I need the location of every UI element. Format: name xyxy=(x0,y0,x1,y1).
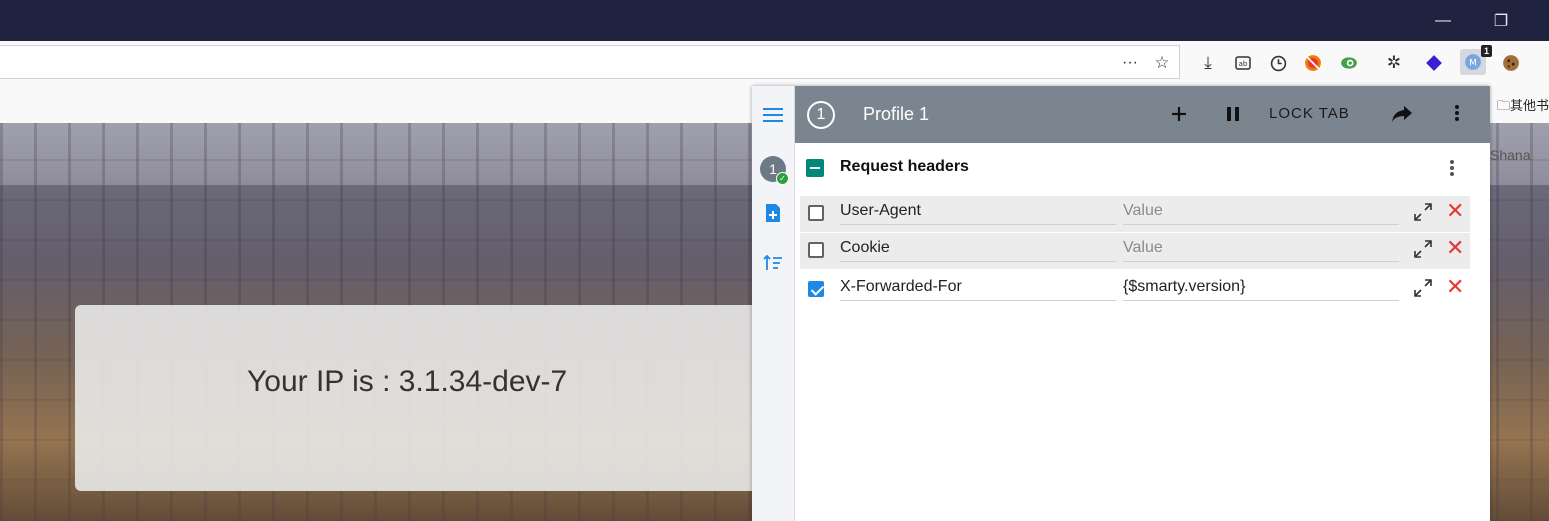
other-bookmarks-label: 其他书 xyxy=(1509,98,1549,113)
header-name-input[interactable]: User-Agent xyxy=(840,202,1116,225)
download-icon[interactable]: ⤓ xyxy=(1196,51,1220,75)
star-icon[interactable]: ☆ xyxy=(1150,51,1174,75)
lock-tab-button[interactable]: LOCK TAB xyxy=(1269,105,1350,122)
active-check-icon: ✓ xyxy=(776,172,789,185)
profile-header: 1 Profile 1 LOCK TAB xyxy=(795,86,1490,143)
header-value-input[interactable]: {$smarty.version} xyxy=(1123,278,1399,301)
minimize-button[interactable]: — xyxy=(1420,0,1466,41)
navigation-toolbar: ··· ☆ ⤓ ab ✲ M 1 xyxy=(0,41,1549,85)
header-row: X-Forwarded-For {$smarty.version} ✕ xyxy=(800,272,1470,308)
delete-icon[interactable]: ✕ xyxy=(1446,274,1464,300)
expand-icon[interactable] xyxy=(1412,277,1434,299)
collapse-section-icon[interactable] xyxy=(806,159,824,177)
extension-green-icon[interactable] xyxy=(1337,51,1361,75)
diamond-icon[interactable] xyxy=(1422,51,1446,75)
header-more-icon[interactable] xyxy=(1455,103,1459,123)
modheader-icon[interactable]: M 1 xyxy=(1460,45,1492,75)
profile-name[interactable]: Profile 1 xyxy=(863,104,929,125)
title-bar: — ❐ xyxy=(0,0,1549,41)
modheader-popup: 1 ✓ 1 Profile 1 LOCK TAB Request headers xyxy=(752,86,1490,521)
minimize-icon: — xyxy=(1435,11,1451,29)
delete-icon[interactable]: ✕ xyxy=(1446,235,1464,261)
header-row: Cookie Value ✕ xyxy=(800,233,1470,269)
restore-icon: ❐ xyxy=(1493,12,1509,30)
header-value-input[interactable]: Value xyxy=(1123,239,1399,262)
other-bookmarks[interactable]: 🗀其他书 xyxy=(1497,95,1549,119)
clock-icon[interactable] xyxy=(1266,51,1290,75)
expand-icon[interactable] xyxy=(1412,201,1434,223)
expand-icon[interactable] xyxy=(1412,238,1434,260)
delete-icon[interactable]: ✕ xyxy=(1446,198,1464,224)
popup-sidebar: 1 ✓ xyxy=(752,86,795,521)
reader-icon[interactable]: ab xyxy=(1231,51,1255,75)
pause-button[interactable] xyxy=(1219,100,1247,128)
profile-avatar[interactable]: 1 ✓ xyxy=(760,156,789,185)
row-checkbox[interactable] xyxy=(808,205,824,221)
header-row: User-Agent Value ✕ xyxy=(800,196,1470,232)
url-bar[interactable]: ··· ☆ xyxy=(0,45,1180,79)
folder-icon: 🗀 xyxy=(1496,98,1510,113)
section-title: Request headers xyxy=(840,158,969,175)
ip-text: Your IP is : 3.1.34-dev-7 xyxy=(247,365,568,398)
restore-button[interactable]: ❐ xyxy=(1478,0,1524,41)
more-icon[interactable]: ··· xyxy=(1118,51,1142,75)
extension-badge: 1 xyxy=(1480,45,1492,57)
sort-icon[interactable] xyxy=(762,252,784,274)
menu-icon[interactable] xyxy=(752,86,794,143)
section-more-icon[interactable] xyxy=(1450,158,1454,178)
row-checkbox[interactable] xyxy=(808,281,824,297)
header-value-input[interactable]: Value xyxy=(1123,202,1399,225)
header-name-input[interactable]: X-Forwarded-For xyxy=(840,278,1116,301)
gear-icon[interactable]: ✲ xyxy=(1382,51,1406,75)
share-icon[interactable] xyxy=(1387,100,1417,128)
add-file-icon[interactable] xyxy=(762,202,784,224)
row-checkbox[interactable] xyxy=(808,242,824,258)
header-name-input[interactable]: Cookie xyxy=(840,239,1116,262)
blocker-icon[interactable] xyxy=(1301,51,1325,75)
corner-text: Shana xyxy=(1490,147,1531,163)
svg-text:ab: ab xyxy=(1239,60,1248,68)
profile-number: 1 xyxy=(816,106,826,123)
cookie-icon[interactable] xyxy=(1499,51,1523,75)
profile-number-badge: 1 xyxy=(807,101,835,129)
svg-text:M: M xyxy=(1469,58,1477,68)
add-header-button[interactable] xyxy=(1165,100,1193,128)
ip-card: Your IP is : 3.1.34-dev-7 xyxy=(75,305,775,491)
